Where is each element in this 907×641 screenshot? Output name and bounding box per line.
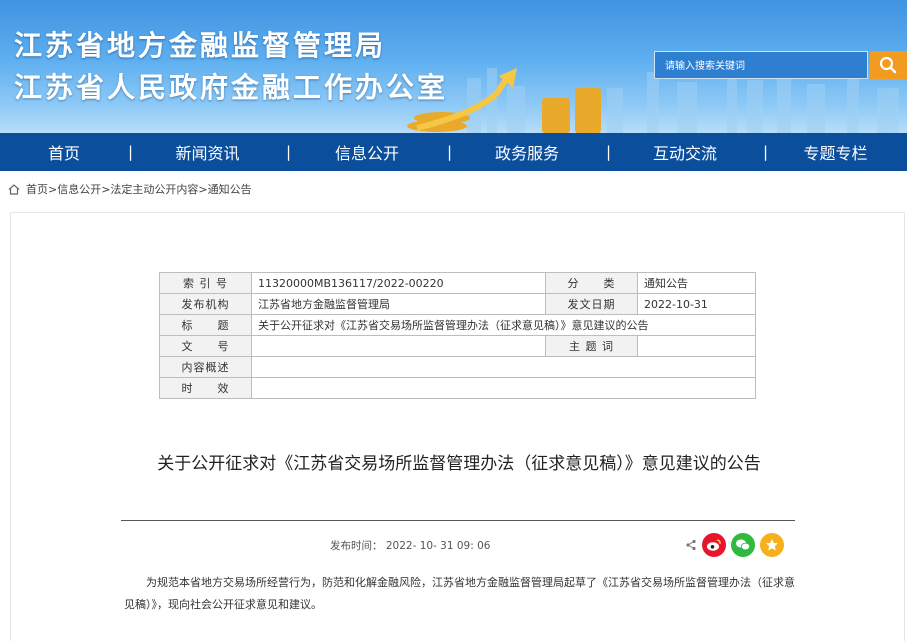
table-row: 内容概述 <box>159 356 756 378</box>
share-bar <box>685 533 784 557</box>
nav-item-news[interactable]: 新闻资讯 <box>129 140 286 164</box>
meta-label: 时 效 <box>159 377 252 399</box>
breadcrumb: 首页>信息公开>法定主动公开内容>通知公告 <box>8 181 252 197</box>
meta-label: 发布机构 <box>159 293 252 315</box>
table-row: 时 效 <box>159 377 756 399</box>
weibo-glyph <box>707 539 721 551</box>
site-title-line1: 江苏省地方金融监督管理局 <box>14 29 387 62</box>
star-glyph <box>766 539 778 551</box>
search-input[interactable] <box>663 56 863 76</box>
meta-value-summary <box>251 356 756 378</box>
publish-time-label: 发布时间： <box>330 540 383 552</box>
site-title-line2: 江苏省人民政府金融工作办公室 <box>14 71 449 104</box>
main-nav: 首页 | 新闻资讯 | 信息公开 | 政务服务 | 互动交流 | 专题专栏 <box>0 133 907 171</box>
nav-item-interaction[interactable]: 互动交流 <box>607 140 763 164</box>
meta-label: 发文日期 <box>545 293 638 315</box>
meta-label: 内容概述 <box>159 356 252 378</box>
meta-value-validity <box>251 377 756 399</box>
nav-item-special-topics[interactable]: 专题专栏 <box>764 140 907 164</box>
meta-value-index-no: 11320000MB136117/2022-00220 <box>251 272 546 294</box>
weibo-icon[interactable] <box>702 533 726 557</box>
meta-value-doc-no <box>251 335 546 357</box>
meta-value-subject: 关于公开征求对《江苏省交易场所监督管理办法（征求意见稿）》意见建议的公告 <box>251 314 756 336</box>
search-button[interactable] <box>870 51 907 79</box>
publish-time: 发布时间： 2022- 10- 31 09: 06 <box>330 538 490 553</box>
meta-value-keywords <box>637 335 756 357</box>
nav-item-info-disclosure[interactable]: 信息公开 <box>287 140 447 164</box>
document-meta-table: 索 引 号 11320000MB136117/2022-00220 分 类 通知… <box>159 272 756 399</box>
search-box <box>654 51 868 79</box>
table-row: 标 题 关于公开征求对《江苏省交易场所监督管理办法（征求意见稿）》意见建议的公告 <box>159 314 756 336</box>
table-row: 文 号 主 题 词 <box>159 335 756 357</box>
home-icon <box>8 183 20 195</box>
search-icon <box>879 56 897 74</box>
publish-time-value: 2022- 10- 31 09: 06 <box>385 540 491 552</box>
breadcrumb-text[interactable]: 首页>信息公开>法定主动公开内容>通知公告 <box>26 181 252 197</box>
article-body: 为规范本省地方交易场所经营行为，防范和化解金融风险，江苏省地方金融监督管理局起草… <box>124 572 798 616</box>
favorite-icon[interactable] <box>760 533 784 557</box>
wechat-glyph <box>736 539 751 551</box>
article-body-text: 为规范本省地方交易场所经营行为，防范和化解金融风险，江苏省地方金融监督管理局起草… <box>124 576 795 611</box>
meta-label: 分 类 <box>545 272 638 294</box>
nav-item-home[interactable]: 首页 <box>0 140 128 164</box>
meta-value-issue-date: 2022-10-31 <box>637 293 756 315</box>
share-icon[interactable] <box>685 539 697 551</box>
meta-value-category: 通知公告 <box>637 272 756 294</box>
table-row: 发布机构 江苏省地方金融监督管理局 发文日期 2022-10-31 <box>159 293 756 315</box>
meta-label: 文 号 <box>159 335 252 357</box>
meta-label: 索 引 号 <box>159 272 252 294</box>
meta-label: 标 题 <box>159 314 252 336</box>
wechat-icon[interactable] <box>731 533 755 557</box>
meta-label: 主 题 词 <box>545 335 638 357</box>
meta-value-publisher: 江苏省地方金融监督管理局 <box>251 293 546 315</box>
table-row: 索 引 号 11320000MB136117/2022-00220 分 类 通知… <box>159 272 756 294</box>
article-title: 关于公开征求对《江苏省交易场所监督管理办法（征求意见稿）》意见建议的公告 <box>157 454 761 474</box>
nav-item-gov-services[interactable]: 政务服务 <box>448 140 606 164</box>
title-divider <box>121 520 795 521</box>
